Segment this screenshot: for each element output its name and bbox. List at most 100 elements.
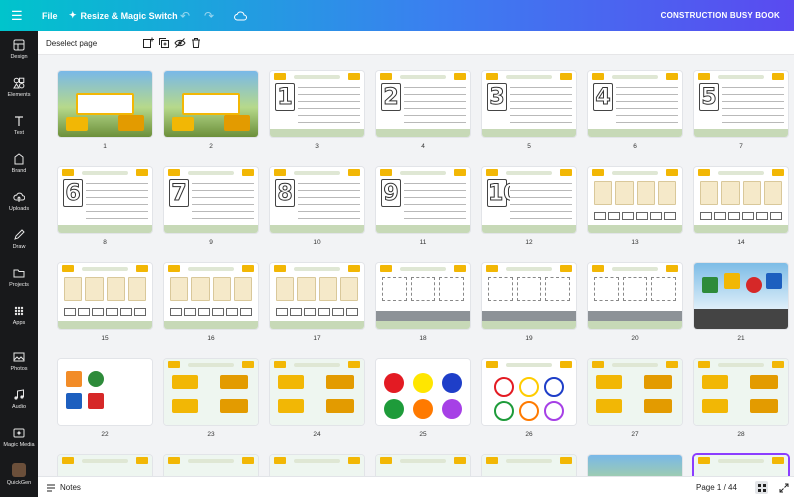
page-preview[interactable] (482, 455, 576, 476)
trace-digit: 2 (381, 83, 401, 111)
apps-icon (14, 306, 24, 316)
sidebar-item-label: Elements (7, 92, 31, 98)
sidebar-item-label: Draw (12, 244, 26, 250)
sidebar-item-design[interactable]: Design (0, 39, 38, 60)
sidebar-item-brand[interactable]: Brand (0, 153, 38, 174)
hamburger-menu-icon[interactable]: ☰ (11, 0, 23, 31)
redo-icon[interactable]: ↷ (204, 0, 214, 31)
page-preview[interactable] (482, 359, 576, 425)
page-preview[interactable]: 7 (164, 167, 258, 233)
page-number: 1 (103, 143, 107, 150)
projects-icon (13, 269, 25, 278)
page-preview[interactable] (270, 455, 364, 476)
sidebar-item-audio[interactable]: Audio (0, 389, 38, 410)
document-title[interactable]: CONSTRUCTION BUSY BOOK (661, 0, 780, 31)
delete-page-icon[interactable] (190, 37, 202, 49)
sidebar-item-label: Brand (11, 168, 27, 174)
page-preview[interactable]: 8 (270, 167, 364, 233)
elements-icon (13, 77, 25, 89)
page-preview[interactable] (58, 359, 152, 425)
page-preview[interactable]: 5 (694, 71, 788, 137)
sidebar-item-photos[interactable]: Photos (0, 351, 38, 372)
brand-icon (14, 153, 24, 165)
page-preview[interactable] (164, 71, 258, 137)
resize-magic-switch-button[interactable]: ✦ Resize & Magic Switch (69, 0, 178, 31)
page-preview[interactable]: 3 (482, 71, 576, 137)
page-preview[interactable] (588, 455, 682, 476)
page-preview[interactable]: 4 (588, 71, 682, 137)
sidebar-item-magic-media[interactable]: Magic Media (0, 427, 38, 448)
page-preview[interactable] (376, 359, 470, 425)
page-preview[interactable] (164, 359, 258, 425)
file-menu[interactable]: File (42, 0, 58, 31)
audio-icon (14, 389, 24, 400)
fullscreen-icon[interactable] (777, 481, 790, 494)
page-preview[interactable] (164, 263, 258, 329)
notes-button[interactable]: Notes (46, 477, 81, 497)
page-preview[interactable] (376, 263, 470, 329)
hide-page-icon[interactable] (174, 37, 186, 49)
grid-view-icon[interactable] (755, 481, 768, 494)
sidebar-item-label: Uploads (8, 206, 30, 212)
trace-digit: 10 (487, 179, 519, 207)
sidebar-item-label: Projects (9, 282, 29, 288)
sidebar-item-label: Magic Media (3, 442, 35, 448)
page-preview[interactable] (694, 359, 788, 425)
deselect-page-button[interactable]: Deselect page (46, 31, 97, 55)
sidebar-item-projects[interactable]: Projects (0, 267, 38, 288)
sidebar-item-label: Design (10, 54, 28, 60)
undo-icon[interactable]: ↶ (180, 0, 190, 31)
page-preview[interactable] (270, 263, 364, 329)
quickgen-avatar (12, 463, 26, 477)
add-page-icon[interactable] (142, 37, 154, 49)
page-preview[interactable] (482, 263, 576, 329)
trace-digit: 9 (381, 179, 401, 207)
page-number: 12 (525, 239, 533, 246)
page-number: 27 (631, 431, 639, 438)
sidebar-item-draw[interactable]: Draw (0, 229, 38, 250)
trace-digit: 1 (275, 83, 295, 111)
page-preview[interactable] (694, 455, 788, 476)
page-preview[interactable]: 1 (270, 71, 364, 137)
page-number: 14 (737, 239, 745, 246)
page-number: 4 (421, 143, 425, 150)
cloud-save-icon[interactable] (234, 0, 247, 31)
page-preview[interactable] (588, 263, 682, 329)
page-preview[interactable] (270, 359, 364, 425)
page-preview[interactable] (58, 263, 152, 329)
page-preview[interactable] (694, 167, 788, 233)
sidebar-item-apps[interactable]: Apps (0, 305, 38, 326)
trace-digit: 4 (593, 83, 613, 111)
sidebar-item-label: Apps (12, 320, 26, 326)
page-number: 26 (525, 431, 533, 438)
sidebar-item-uploads[interactable]: Uploads (0, 191, 38, 212)
page-preview[interactable] (164, 455, 258, 476)
duplicate-page-icon[interactable] (158, 37, 170, 49)
sidebar-item-text[interactable]: Text (0, 115, 38, 136)
sidebar-item-quickgen[interactable]: QuickGen (0, 463, 38, 486)
page-preview[interactable]: 10 (482, 167, 576, 233)
page-preview[interactable] (588, 359, 682, 425)
bottom-bar: Notes Page 1 / 44 (38, 476, 794, 497)
page-number: 2 (209, 143, 213, 150)
sidebar-item-elements[interactable]: Elements (0, 77, 38, 98)
trace-digit: 3 (487, 83, 507, 111)
page-preview[interactable]: 2 (376, 71, 470, 137)
page-toolbar: Deselect page (38, 31, 794, 55)
page-number: 11 (419, 239, 427, 246)
text-icon (15, 116, 23, 126)
page-number: 19 (525, 335, 533, 342)
page-number: 10 (313, 239, 321, 246)
page-indicator[interactable]: Page 1 / 44 (696, 477, 737, 497)
page-number: 15 (101, 335, 109, 342)
page-preview[interactable]: 9 (376, 167, 470, 233)
page-preview[interactable] (58, 455, 152, 476)
magic-media-icon (13, 428, 25, 438)
page-preview[interactable] (588, 167, 682, 233)
page-preview[interactable] (376, 455, 470, 476)
sidebar-item-label: Text (13, 130, 25, 136)
page-preview[interactable]: 6 (58, 167, 152, 233)
page-preview[interactable] (694, 263, 788, 329)
draw-icon (14, 229, 25, 240)
page-preview[interactable] (58, 71, 152, 137)
